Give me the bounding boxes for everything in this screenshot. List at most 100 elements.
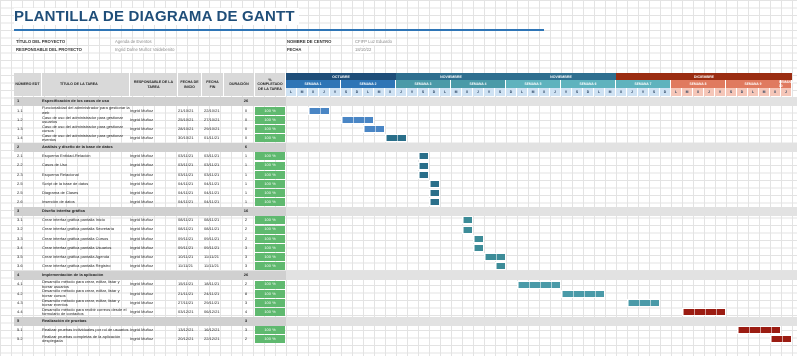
gantt-bar[interactable] (473, 243, 484, 252)
cell-task[interactable]: Desarrollo método para recibir correos d… (42, 307, 130, 316)
cell-percent[interactable]: 100 % (255, 335, 285, 344)
task-row[interactable]: 3.3 Crear interfaz gráfica pantalla Curso… (14, 234, 797, 243)
cell-duration[interactable]: 1 (238, 170, 254, 179)
cell-task[interactable]: Diseño interfaz gráfica (42, 207, 130, 216)
cell-assignee[interactable]: Ingrid Muñoz (130, 106, 172, 115)
cell-task[interactable]: Inserción de datos (42, 198, 130, 207)
cell-task[interactable]: Caso de uso del administrador para gesti… (42, 124, 130, 133)
cell-end[interactable]: 09/11/21 (204, 243, 234, 252)
phase-row[interactable]: 5 Realización de pruebas 3 (14, 316, 797, 326)
cell-task[interactable]: Diagrama de Clases (42, 189, 130, 198)
cell-task[interactable]: Crear interfaz gráfica pantalla Secretar… (42, 225, 130, 234)
cell-percent[interactable]: 100 % (255, 189, 285, 197)
cell-task[interactable]: Caso de uso del administrador para gesti… (42, 115, 130, 124)
gantt-bar[interactable] (429, 189, 440, 197)
cell-end[interactable]: 18/11/21 (204, 280, 234, 289)
cell-id[interactable]: 3.6 (17, 262, 41, 271)
gantt-bar[interactable] (682, 307, 726, 316)
cell-end[interactable]: 04/11/21 (204, 189, 234, 198)
cell-id[interactable]: 1.1 (17, 106, 41, 115)
gantt-bar[interactable] (308, 106, 330, 115)
cell-assignee[interactable]: Ingrid Muñoz (130, 326, 172, 335)
cell-percent[interactable]: 100 % (255, 115, 285, 124)
cell-id[interactable]: 1.2 (17, 115, 41, 124)
cell-percent[interactable]: 100 % (255, 152, 285, 161)
cell-duration[interactable]: 3 (238, 326, 254, 335)
cell-duration[interactable]: 2 (238, 335, 254, 344)
cell-id[interactable]: 3 (17, 207, 41, 216)
gantt-bar[interactable] (484, 253, 506, 262)
gantt-bar[interactable] (418, 152, 429, 161)
cell-task[interactable]: Implementación de la aplicación (42, 271, 130, 280)
manager-value[interactable]: Ingrid Dafne Muñoz Valdebenito (115, 47, 175, 53)
gantt-bar[interactable] (770, 335, 792, 344)
gantt-bar[interactable] (418, 161, 429, 170)
cell-assignee[interactable]: Ingrid Muñoz (130, 335, 172, 344)
cell-duration[interactable]: 2 (238, 216, 254, 225)
cell-duration[interactable]: 1 (238, 179, 254, 188)
cell-id[interactable]: 1.3 (17, 124, 41, 133)
cell-end[interactable]: 08/11/21 (204, 216, 234, 225)
cell-assignee[interactable]: Ingrid Muñoz (130, 216, 172, 225)
cell-duration[interactable]: 3 (238, 317, 254, 326)
cell-percent[interactable]: 100 % (255, 225, 285, 234)
gantt-bar[interactable] (462, 225, 473, 234)
cell-duration[interactable]: 1 (238, 152, 254, 161)
cell-task[interactable]: Crear interfaz gráfica pantalla Usuarios (42, 243, 130, 252)
cell-id[interactable]: 4.1 (17, 280, 41, 289)
phase-row[interactable]: 3 Diseño interfaz gráfica 16 (14, 206, 797, 216)
cell-percent[interactable]: 100 % (255, 253, 285, 262)
cell-task[interactable]: Desarrollo método para crear, editar, li… (42, 298, 130, 307)
cell-id[interactable]: 5 (17, 317, 41, 326)
gantt-bar[interactable] (473, 234, 484, 243)
task-row[interactable]: 1.4 Caso de uso del administrador para ge… (14, 134, 797, 143)
cell-task[interactable]: Análisis y diseño de la base de datos (42, 143, 130, 152)
task-row[interactable]: 5.2 Realizar pruebas completas de la apli… (14, 335, 797, 344)
cell-end[interactable]: 03/11/21 (204, 152, 234, 161)
cell-end[interactable]: 27/10/21 (204, 115, 234, 124)
cell-percent[interactable]: 100 % (255, 262, 285, 271)
cell-assignee[interactable]: Ingrid Muñoz (130, 198, 172, 207)
task-row[interactable]: 3.4 Crear interfaz gráfica pantalla Usuar… (14, 243, 797, 252)
cell-percent[interactable]: 100 % (255, 280, 285, 289)
cell-end[interactable]: 01/11/21 (204, 134, 234, 143)
cell-end[interactable]: 29/11/21 (204, 298, 234, 307)
cell-percent[interactable]: 100 % (255, 289, 285, 298)
cell-duration[interactable]: 3 (238, 298, 254, 307)
cell-assignee[interactable]: Ingrid Muñoz (130, 289, 172, 298)
task-row[interactable]: 2.6 Inserción de datos Ingrid Muñoz 04/11/2… (14, 198, 797, 207)
cell-duration[interactable]: 8 (238, 289, 254, 298)
cell-duration[interactable]: 1 (238, 161, 254, 170)
cell-assignee[interactable]: Ingrid Muñoz (130, 225, 172, 234)
column-header-end[interactable]: FECHA FIN (202, 73, 224, 96)
cell-assignee[interactable]: Ingrid Muñoz (130, 262, 172, 271)
cell-duration[interactable]: 0 (238, 106, 254, 115)
cell-assignee[interactable]: Ingrid Muñoz (130, 115, 172, 124)
cell-duration[interactable]: 0 (238, 124, 254, 133)
cell-assignee[interactable]: Ingrid Muñoz (130, 124, 172, 133)
cell-percent[interactable]: 100 % (255, 170, 285, 179)
gantt-bar[interactable] (561, 289, 605, 298)
cell-assignee[interactable]: Ingrid Muñoz (130, 307, 172, 316)
project-title-value[interactable]: Agenda de Eventos (115, 39, 152, 45)
task-row[interactable]: 1.3 Caso de uso del administrador para ge… (14, 124, 797, 133)
cell-end[interactable]: 22/12/21 (204, 335, 234, 344)
cell-duration[interactable]: 3 (238, 253, 254, 262)
cell-duration[interactable]: 26 (238, 97, 254, 106)
cell-percent[interactable]: 100 % (255, 134, 285, 143)
cell-end[interactable]: 29/10/21 (204, 124, 234, 133)
gantt-bar[interactable] (627, 298, 660, 307)
cell-end[interactable]: 04/11/21 (204, 198, 234, 207)
cell-duration[interactable]: 1 (238, 198, 254, 207)
cell-duration[interactable]: 0 (238, 115, 254, 124)
cell-percent[interactable]: 100 % (255, 179, 285, 188)
cell-percent[interactable]: 100 % (255, 234, 285, 243)
cell-end[interactable]: 03/11/21 (204, 170, 234, 179)
task-row[interactable]: 3.2 Crear interfaz gráfica pantalla Secre… (14, 225, 797, 234)
cell-percent[interactable]: 100 % (255, 326, 285, 335)
cell-task[interactable]: Esquema Relacional (42, 170, 130, 179)
cell-assignee[interactable]: Ingrid Muñoz (130, 234, 172, 243)
cell-end[interactable]: 11/11/21 (204, 253, 234, 262)
cell-task[interactable]: Realizar pruebas individuales por rol de… (42, 326, 130, 335)
cell-duration[interactable]: 2 (238, 280, 254, 289)
